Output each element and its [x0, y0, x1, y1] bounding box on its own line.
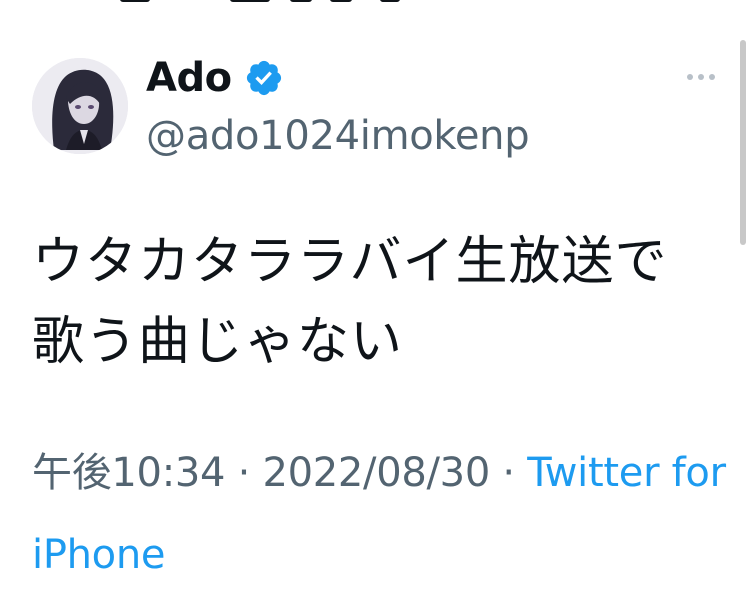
separator: ·	[225, 450, 263, 496]
tweet-text: ウタカタララバイ生放送で 歌う曲じゃない	[32, 222, 732, 382]
verified-badge-icon	[246, 60, 282, 96]
tweet-metadata: 午後10:34 · 2022/08/30 · Twitter for iPhon…	[32, 432, 732, 596]
avatar[interactable]	[32, 58, 128, 154]
tweet-date[interactable]: 2022/08/30	[262, 450, 490, 496]
scrollbar[interactable]	[740, 40, 746, 245]
more-options-icon[interactable]	[686, 72, 716, 82]
display-name[interactable]: Ado	[146, 54, 232, 102]
tweet-text-line: 歌う曲じゃない	[32, 312, 404, 372]
tweet-text-line: ウタカタララバイ生放送で	[32, 232, 668, 292]
previous-content-clipped	[120, 0, 420, 4]
tweet-time[interactable]: 午後10:34	[32, 450, 225, 496]
separator: ·	[490, 450, 528, 496]
author-handle[interactable]: @ado1024imokenp	[146, 112, 530, 160]
